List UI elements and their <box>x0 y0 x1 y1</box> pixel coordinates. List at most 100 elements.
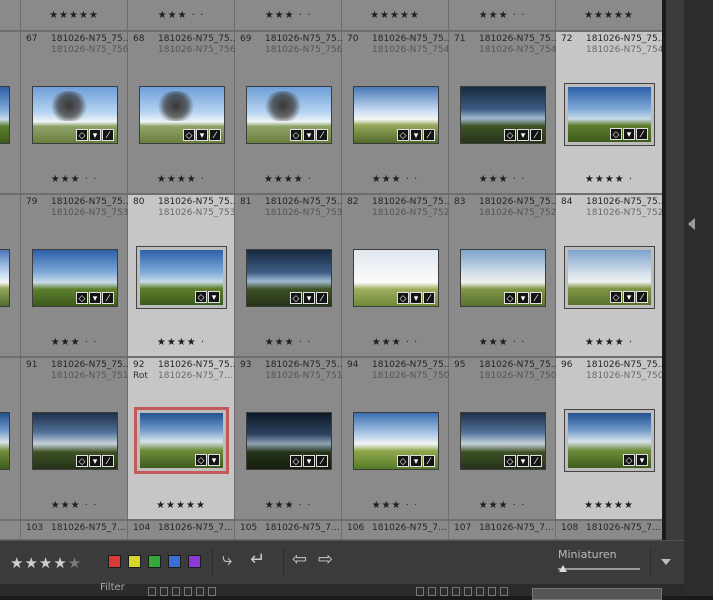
thumbnail-cell[interactable]: 82 181026-N75_75... 181026-N75_7529... ◇ ▾ ⁄ ★… <box>342 194 464 357</box>
thumbnail-cell[interactable]: 106 181026-N75_7... <box>342 520 449 540</box>
color-label-green[interactable] <box>148 555 161 568</box>
thumbnail-cell[interactable]: 80 181026-N75_75... 181026-N75_7533... ◇ ▾ ★★… <box>128 194 250 357</box>
star-rating[interactable]: ★★★ · · <box>342 500 448 511</box>
thumbnail-cell[interactable]: ★★★ · · <box>235 0 342 31</box>
star-rating[interactable]: ★★★ · · <box>449 337 555 348</box>
thumbnail-cell[interactable]: 69 181026-N75_75... 181026-N75_7563... ◇ ▾ ⁄ ★… <box>235 31 357 194</box>
rating-empty-star[interactable]: ★ <box>68 554 82 572</box>
keyword-tag-icon[interactable]: ◇ <box>290 455 302 467</box>
thumbnail-size-slider-knob[interactable] <box>559 565 567 572</box>
partial-thumbnail-cell[interactable] <box>0 194 21 357</box>
comment-icon[interactable]: ▾ <box>517 455 529 467</box>
comment-icon[interactable]: ▾ <box>623 291 635 303</box>
toolbar-menu-chevron-down-icon[interactable] <box>661 559 671 565</box>
star-rating[interactable]: ★★★★★ <box>556 500 662 511</box>
thumbnail-cell[interactable]: 94 181026-N75_75... 181026-N75_7505... ◇ ▾ ⁄ ★… <box>342 357 464 520</box>
keyword-tag-icon[interactable]: ◇ <box>504 292 516 304</box>
keyword-tag-icon[interactable]: ◇ <box>504 455 516 467</box>
partial-thumbnail-cell[interactable] <box>0 520 21 540</box>
thumbnail-cell[interactable]: 96 181026-N75_75...181026-N75_7503... ◇▾ ★★… <box>556 357 662 520</box>
develop-edited-icon[interactable]: ⁄ <box>209 129 221 141</box>
thumbnail-cell[interactable]: 107 181026-N75_7... <box>449 520 556 540</box>
star-rating[interactable]: ★★★★ · <box>128 337 234 348</box>
develop-edited-icon[interactable]: ⁄ <box>530 455 542 467</box>
star-rating[interactable]: ★★★ · · <box>449 10 555 21</box>
filter-color-box[interactable] <box>452 587 460 596</box>
filter-flag-box[interactable] <box>196 587 204 596</box>
thumbnail-frame[interactable]: ◇ ▾ ⁄ <box>564 83 655 146</box>
develop-edited-icon[interactable]: ⁄ <box>530 292 542 304</box>
star-rating[interactable]: ★★★ · · <box>449 174 555 185</box>
thumbnail-cell[interactable]: 103 181026-N75_7... <box>21 520 128 540</box>
thumbnail-frame[interactable]: ◇ ▾ ⁄ <box>139 86 225 144</box>
thumbnail-frame[interactable]: ◇ ▾ ⁄ <box>353 86 439 144</box>
thumbnail-cell[interactable]: 93 181026-N75_75... 181026-N75_7512... ◇ ▾ ⁄ ★… <box>235 357 357 520</box>
star-rating[interactable]: ★★★ · · <box>235 337 341 348</box>
keyword-tag-icon[interactable]: ◇ <box>290 129 302 141</box>
thumbnail-cell[interactable]: 95 181026-N75_75... 181026-N75_7504... ◇ ▾ ⁄ ★… <box>449 357 571 520</box>
filter-color-box[interactable] <box>500 587 508 596</box>
develop-edited-icon[interactable]: ⁄ <box>423 129 435 141</box>
thumbnail-cell[interactable]: 81 181026-N75_75... 181026-N75_7533... ◇ ▾ ⁄ ★… <box>235 194 357 357</box>
thumbnail-frame[interactable]: ◇ ▾ <box>136 409 227 472</box>
thumbnail-frame[interactable]: ◇ ▾ ⁄ <box>353 412 439 470</box>
develop-edited-icon[interactable]: ⁄ <box>636 291 648 303</box>
thumbnail-frame[interactable]: ◇ ▾ ⁄ <box>32 249 118 307</box>
thumbnail-cell[interactable]: ★★★★★ <box>556 0 662 31</box>
partial-thumbnail-cell[interactable] <box>0 31 21 194</box>
keyword-tag-icon[interactable]: ◇ <box>397 292 409 304</box>
comment-icon[interactable]: ▾ <box>89 292 101 304</box>
filter-flag-box[interactable] <box>172 587 180 596</box>
rotate-left-icon[interactable]: ⤷ <box>222 551 232 569</box>
filter-flag-box[interactable] <box>184 587 192 596</box>
thumbnail-frame[interactable] <box>0 249 10 307</box>
star-rating[interactable]: ★★★ · · <box>21 174 127 185</box>
develop-edited-icon[interactable]: ⁄ <box>316 292 328 304</box>
thumbnail-cell[interactable]: 104 181026-N75_7... <box>128 520 235 540</box>
filter-flag-box[interactable] <box>160 587 168 596</box>
thumbnail-cell[interactable]: 84 181026-N75_75...181026-N75_7527... ◇▾⁄ ★… <box>556 194 662 357</box>
keyword-tag-icon[interactable]: ◇ <box>623 454 635 466</box>
keyword-tag-icon[interactable]: ◇ <box>76 292 88 304</box>
thumbnail-frame[interactable]: ◇ ▾ ⁄ <box>246 412 332 470</box>
filter-color-box[interactable] <box>488 587 496 596</box>
star-rating[interactable]: ★★★★★ <box>342 10 448 21</box>
comment-icon[interactable]: ▾ <box>623 128 635 140</box>
thumbnail-cell[interactable]: 83 181026-N75_75... 181026-N75_7528... ◇ ▾ ⁄ ★… <box>449 194 571 357</box>
color-label-yellow[interactable] <box>128 555 141 568</box>
star-rating[interactable]: ★★★ · · <box>21 500 127 511</box>
keyword-tag-icon[interactable]: ◇ <box>397 129 409 141</box>
color-label-purple[interactable] <box>188 555 201 568</box>
thumbnail-frame[interactable]: ◇ ▾ ⁄ <box>460 412 546 470</box>
develop-edited-icon[interactable]: ⁄ <box>530 129 542 141</box>
thumbnail-cell[interactable]: 67 181026-N75_75... 181026-N75_7564... ◇ ▾ ⁄ ★… <box>21 31 143 194</box>
filter-color-box[interactable] <box>476 587 484 596</box>
thumbnail-frame[interactable]: ◇ ▾ ⁄ <box>460 249 546 307</box>
star-rating[interactable]: ★★★ · · <box>449 500 555 511</box>
keyword-tag-icon[interactable]: ◇ <box>195 454 207 466</box>
color-label-blue[interactable] <box>168 555 181 568</box>
comment-icon[interactable]: ▾ <box>303 455 315 467</box>
thumbnail-frame[interactable]: ◇ ▾ ⁄ <box>564 246 655 309</box>
color-label-red[interactable] <box>108 555 121 568</box>
arrow-right-icon[interactable]: ⇨ <box>318 551 333 569</box>
rating-filled-stars[interactable]: ★★★★ <box>10 554 68 572</box>
star-rating[interactable]: ★★★★ · <box>556 174 662 185</box>
star-rating[interactable]: ★★★ · · <box>342 337 448 348</box>
thumbnail-frame[interactable]: ◇ ▾ <box>136 246 227 309</box>
thumbnail-cell[interactable]: 79 181026-N75_75... 181026-N75_7534... ◇ ▾ ⁄ ★… <box>21 194 143 357</box>
comment-icon[interactable]: ▾ <box>303 292 315 304</box>
star-rating[interactable]: ★★★ · · <box>235 500 341 511</box>
comment-icon[interactable]: ▾ <box>89 455 101 467</box>
comment-icon[interactable]: ▾ <box>303 129 315 141</box>
thumbnail-frame[interactable]: ◇ ▾ ⁄ <box>246 249 332 307</box>
grid-scrollbar[interactable] <box>666 0 684 540</box>
thumbnail-cell[interactable]: 72 181026-N75_75...181026-N75_7545... ◇▾⁄ ★… <box>556 31 662 194</box>
thumbnail-frame[interactable]: ◇ ▾ ⁄ <box>460 86 546 144</box>
thumbnail-frame[interactable] <box>0 86 10 144</box>
develop-edited-icon[interactable]: ⁄ <box>316 455 328 467</box>
comment-icon[interactable]: ▾ <box>410 129 422 141</box>
filter-color-box[interactable] <box>428 587 436 596</box>
star-rating[interactable]: ★★★★★ <box>21 10 127 21</box>
star-rating[interactable]: ★★★ · · <box>128 10 234 21</box>
